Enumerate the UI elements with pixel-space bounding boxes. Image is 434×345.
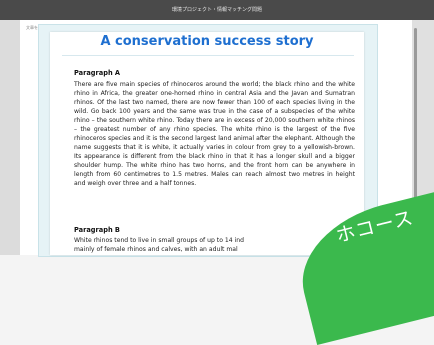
left-panel xyxy=(0,20,20,255)
paragraph-b-heading: Paragraph B xyxy=(74,226,120,234)
paragraph-a-text: There are five main species of rhinocero… xyxy=(74,81,355,187)
window-title: 環境プロジェクト・情報マッチング問題 xyxy=(171,7,262,13)
article-title: A conservation success story xyxy=(100,34,314,49)
paragraph-b-line-2: mainly of female rhinos and calves, with… xyxy=(74,246,238,253)
paragraph-a-heading: Paragraph A xyxy=(74,69,121,77)
scrollbar-thumb[interactable] xyxy=(414,28,417,218)
window-title-bar: 環境プロジェクト・情報マッチング問題 xyxy=(0,0,434,20)
title-divider xyxy=(62,55,354,56)
paragraph-b-line-1: White rhinos tend to live in small group… xyxy=(74,237,244,244)
